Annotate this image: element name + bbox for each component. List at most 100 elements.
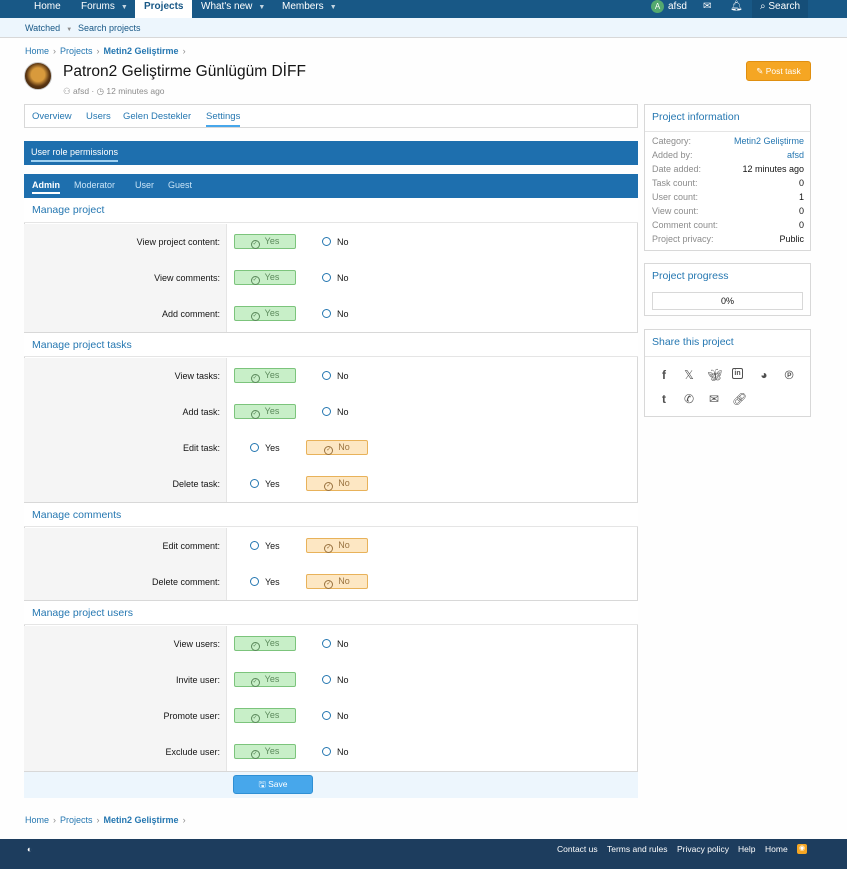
option-yes-selected[interactable]: ✓ Yes xyxy=(234,234,296,249)
footer: ◐ Contact us Terms and rules Privacy pol… xyxy=(0,839,847,869)
bell-icon[interactable]: 🔔︎ xyxy=(730,0,743,18)
option-label: No xyxy=(338,442,350,452)
radio-icon xyxy=(322,711,331,720)
option-label: No xyxy=(337,747,349,757)
permission-label: Edit comment: xyxy=(162,541,220,551)
inbox-icon[interactable]: ✉ xyxy=(703,0,711,18)
option-no[interactable]: No xyxy=(322,675,349,685)
user-menu[interactable]: Aafsd xyxy=(651,0,687,18)
user-icon: ⚇ xyxy=(63,86,73,96)
option-yes[interactable]: Yes xyxy=(250,479,280,489)
tab-role-admin[interactable]: Admin xyxy=(32,180,60,194)
email-icon[interactable]: ✉ xyxy=(707,392,721,406)
whatsapp-icon[interactable]: ✆ xyxy=(682,392,696,406)
search-button[interactable]: ⌕ Search xyxy=(752,0,809,18)
tab-settings[interactable]: Settings xyxy=(206,111,241,127)
x-icon[interactable]: 𝕏 xyxy=(682,368,696,382)
option-no-selected[interactable]: ✓ No xyxy=(306,574,368,589)
nav-members[interactable]: Members ▼ xyxy=(282,0,337,18)
project-info-block: Project information Category: Metin2 Geli… xyxy=(644,104,811,251)
option-no[interactable]: No xyxy=(322,237,349,247)
chevron-down-icon: ▼ xyxy=(329,4,337,11)
option-yes[interactable]: Yes xyxy=(250,541,280,551)
option-label: Yes xyxy=(264,746,280,756)
info-author-link[interactable]: afsd xyxy=(787,150,804,160)
facebook-icon[interactable]: f xyxy=(657,368,671,382)
bluesky-icon[interactable]: 🦋︎ xyxy=(707,368,722,382)
option-yes-selected[interactable]: ✓ Yes xyxy=(234,672,296,687)
breadcrumb-category[interactable]: Metin2 Geliştirme xyxy=(104,46,179,56)
option-no[interactable]: No xyxy=(322,639,349,649)
tab-users[interactable]: Users xyxy=(86,111,111,122)
link-icon[interactable]: 🔗︎ xyxy=(732,392,747,406)
option-yes-selected[interactable]: ✓ Yes xyxy=(234,404,296,419)
tab-role-guest[interactable]: Guest xyxy=(168,180,192,190)
breadcrumb: Home › Projects › Metin2 Geliştirme › xyxy=(25,46,190,56)
option-no[interactable]: No xyxy=(322,273,349,283)
footer-privacy[interactable]: Privacy policy xyxy=(677,844,729,854)
tumblr-icon[interactable]: t xyxy=(657,392,671,406)
save-label: Save xyxy=(268,779,288,789)
info-row: Date added: 12 minutes ago xyxy=(652,164,804,174)
option-no-selected[interactable]: ✓ No xyxy=(306,538,368,553)
info-row: View count: 0 xyxy=(652,206,804,216)
option-no[interactable]: No xyxy=(322,711,349,721)
option-no[interactable]: No xyxy=(322,747,349,757)
nav-projects[interactable]: Projects xyxy=(135,0,193,18)
check-icon: ✓ xyxy=(250,240,260,249)
option-no-selected[interactable]: ✓ No xyxy=(306,440,368,455)
option-yes[interactable]: Yes xyxy=(250,577,280,587)
rss-icon[interactable]: ◉ xyxy=(797,844,807,854)
role-tabs: Admin Moderator User Guest xyxy=(24,174,638,198)
permission-label: View comments: xyxy=(154,273,220,283)
option-no[interactable]: No xyxy=(322,309,349,319)
permission-label: Edit task: xyxy=(182,443,220,453)
tab-role-user[interactable]: User xyxy=(135,180,154,190)
info-row: Comment count: 0 xyxy=(652,220,804,230)
option-no-selected[interactable]: ✓ No xyxy=(306,476,368,491)
footer-contact[interactable]: Contact us xyxy=(557,844,598,854)
option-yes-selected[interactable]: ✓ Yes xyxy=(234,368,296,383)
subnav-watched[interactable]: Watched ▼ xyxy=(25,23,72,33)
nav-home[interactable]: Home xyxy=(34,0,61,18)
option-yes-selected[interactable]: ✓ Yes xyxy=(234,744,296,759)
save-button[interactable]: 🖫︎ Save xyxy=(233,775,313,794)
info-row: Added by: afsd xyxy=(652,150,804,160)
breadcrumb-home[interactable]: Home xyxy=(25,46,49,56)
breadcrumb-category[interactable]: Metin2 Geliştirme xyxy=(104,815,179,825)
nav-forums[interactable]: Forums ▼ xyxy=(81,0,128,18)
section-manage-comments: Manage comments xyxy=(24,502,638,527)
info-category-link[interactable]: Metin2 Geliştirme xyxy=(734,136,804,146)
project-avatar[interactable] xyxy=(24,62,52,90)
radio-icon xyxy=(322,639,331,648)
footer-help[interactable]: Help xyxy=(738,844,755,854)
block-title: Share this project xyxy=(652,336,734,348)
tab-gelen-destekler[interactable]: Gelen Destekler xyxy=(123,111,191,122)
nav-whats-new[interactable]: What's new ▼ xyxy=(201,0,265,18)
option-yes-selected[interactable]: ✓ Yes xyxy=(234,270,296,285)
footer-terms[interactable]: Terms and rules xyxy=(607,844,667,854)
footer-home[interactable]: Home xyxy=(765,844,788,854)
post-task-button[interactable]: ✎ Post task xyxy=(746,61,811,81)
tab-overview[interactable]: Overview xyxy=(32,111,72,122)
reddit-icon[interactable]: ◕ xyxy=(757,368,771,382)
subnav-search-projects[interactable]: Search projects xyxy=(78,23,141,33)
project-author[interactable]: afsd xyxy=(73,86,89,96)
option-yes[interactable]: Yes xyxy=(250,443,280,453)
option-no[interactable]: No xyxy=(322,407,349,417)
breadcrumb-home[interactable]: Home xyxy=(25,815,49,825)
subnav-watched-label: Watched xyxy=(25,23,61,33)
option-label: No xyxy=(337,675,349,685)
tab-role-moderator[interactable]: Moderator xyxy=(74,180,115,190)
linkedin-icon[interactable]: in xyxy=(732,368,743,379)
info-row: Category: Metin2 Geliştirme xyxy=(652,136,804,146)
style-chooser-icon[interactable]: ◐ xyxy=(27,844,32,854)
pinterest-icon[interactable]: ℗ xyxy=(782,368,796,382)
option-no[interactable]: No xyxy=(322,371,349,381)
breadcrumb-projects[interactable]: Projects xyxy=(60,815,93,825)
option-yes-selected[interactable]: ✓ Yes xyxy=(234,708,296,723)
option-yes-selected[interactable]: ✓ Yes xyxy=(234,306,296,321)
breadcrumb-projects[interactable]: Projects xyxy=(60,46,93,56)
option-yes-selected[interactable]: ✓ Yes xyxy=(234,636,296,651)
option-label: Yes xyxy=(264,236,280,246)
